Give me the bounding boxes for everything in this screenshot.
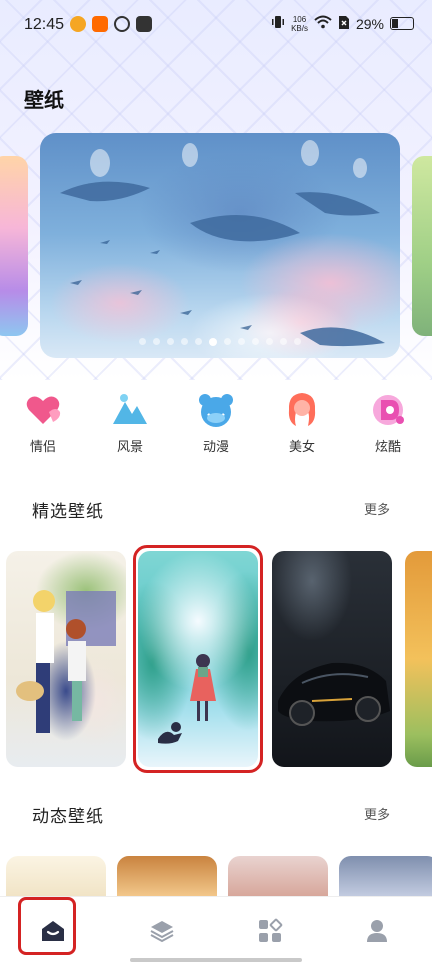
dynamic-wallpaper-card[interactable] (117, 856, 217, 896)
vibrate-icon (271, 14, 285, 33)
banner-next-card[interactable] (412, 156, 432, 336)
carousel-dot (167, 338, 174, 345)
dynamic-wallpaper-card[interactable] (228, 856, 328, 896)
banner-artwork (60, 140, 385, 347)
nav-home-highlight (18, 897, 76, 955)
taobao-icon (92, 16, 108, 32)
category-anime[interactable]: 动漫 (188, 390, 244, 455)
sim-icon (338, 15, 350, 33)
featured-more-link[interactable]: 更多 (364, 499, 390, 518)
mountain-icon (110, 390, 150, 430)
carousel-dot (181, 338, 188, 345)
category-cool[interactable]: 炫酷 (360, 390, 416, 455)
category-row: 情侣 风景 动漫 美女 炫酷 (0, 390, 432, 454)
status-right: 106 KB/s 29% (271, 14, 414, 33)
status-time: 12:45 (24, 16, 65, 33)
carousel-dot (252, 338, 259, 345)
net-speed: 106 KB/s (291, 15, 308, 33)
user-icon (367, 920, 387, 942)
dynamic-section-title: 动态壁纸 (32, 807, 104, 826)
wallpaper-card-supercar[interactable] (272, 551, 392, 767)
dynamic-wallpaper-card[interactable] (339, 856, 432, 896)
layers-icon (150, 921, 174, 943)
banner-prev-card[interactable] (0, 156, 28, 336)
carousel-dot (224, 338, 231, 345)
apps-icon (259, 918, 283, 942)
bear-icon (196, 390, 236, 430)
carousel-dot (195, 338, 202, 345)
status-bar: 12:45 106 KB/s 29% (0, 0, 432, 52)
wallpaper-card-sunset[interactable] (405, 551, 432, 767)
category-label: 炫酷 (374, 439, 401, 454)
net-speed-unit: KB/s (291, 23, 308, 33)
page-title: 壁纸 (24, 90, 64, 112)
banner-pagination (40, 338, 400, 346)
wallpaper-art (158, 654, 216, 744)
mail-icon (136, 16, 152, 32)
home-indicator[interactable] (130, 958, 302, 962)
carousel-dot (280, 338, 287, 345)
carousel-dot (294, 338, 301, 345)
woman-icon (282, 390, 322, 430)
weibo-icon (70, 16, 86, 32)
dynamic-more-link[interactable]: 更多 (364, 804, 390, 823)
battery-percent: 29% (355, 15, 384, 32)
net-speed-value: 106 (292, 14, 307, 24)
category-label: 美女 (288, 439, 315, 454)
battery-icon (390, 17, 414, 30)
nav-apps[interactable] (250, 911, 290, 951)
featured-section-title: 精选壁纸 (32, 502, 104, 521)
wallpaper-art (278, 662, 390, 726)
category-beauty[interactable]: 美女 (274, 390, 330, 455)
wallpaper-card-forest-girl[interactable] (138, 551, 258, 767)
carousel-dot (238, 338, 245, 345)
carousel-dot (266, 338, 273, 345)
wallpaper-card-couple[interactable] (6, 551, 126, 767)
category-couple[interactable]: 情侣 (15, 390, 71, 455)
nav-layers[interactable] (142, 911, 182, 951)
category-label: 风景 (116, 439, 143, 454)
category-label: 动漫 (202, 439, 229, 454)
link-icon (114, 16, 130, 32)
category-label: 情侣 (29, 439, 56, 454)
banner-carousel[interactable] (40, 133, 400, 358)
wifi-icon (314, 15, 332, 32)
dynamic-wallpaper-card[interactable] (6, 856, 106, 896)
carousel-dot (153, 338, 160, 345)
heart-icon (23, 390, 63, 430)
wallpaper-art (16, 590, 116, 733)
category-scenery[interactable]: 风景 (102, 390, 158, 455)
cool-icon (368, 390, 408, 430)
notification-icons (70, 16, 152, 32)
carousel-dot-active (209, 338, 217, 346)
carousel-dot (139, 338, 146, 345)
nav-profile[interactable] (357, 911, 397, 951)
